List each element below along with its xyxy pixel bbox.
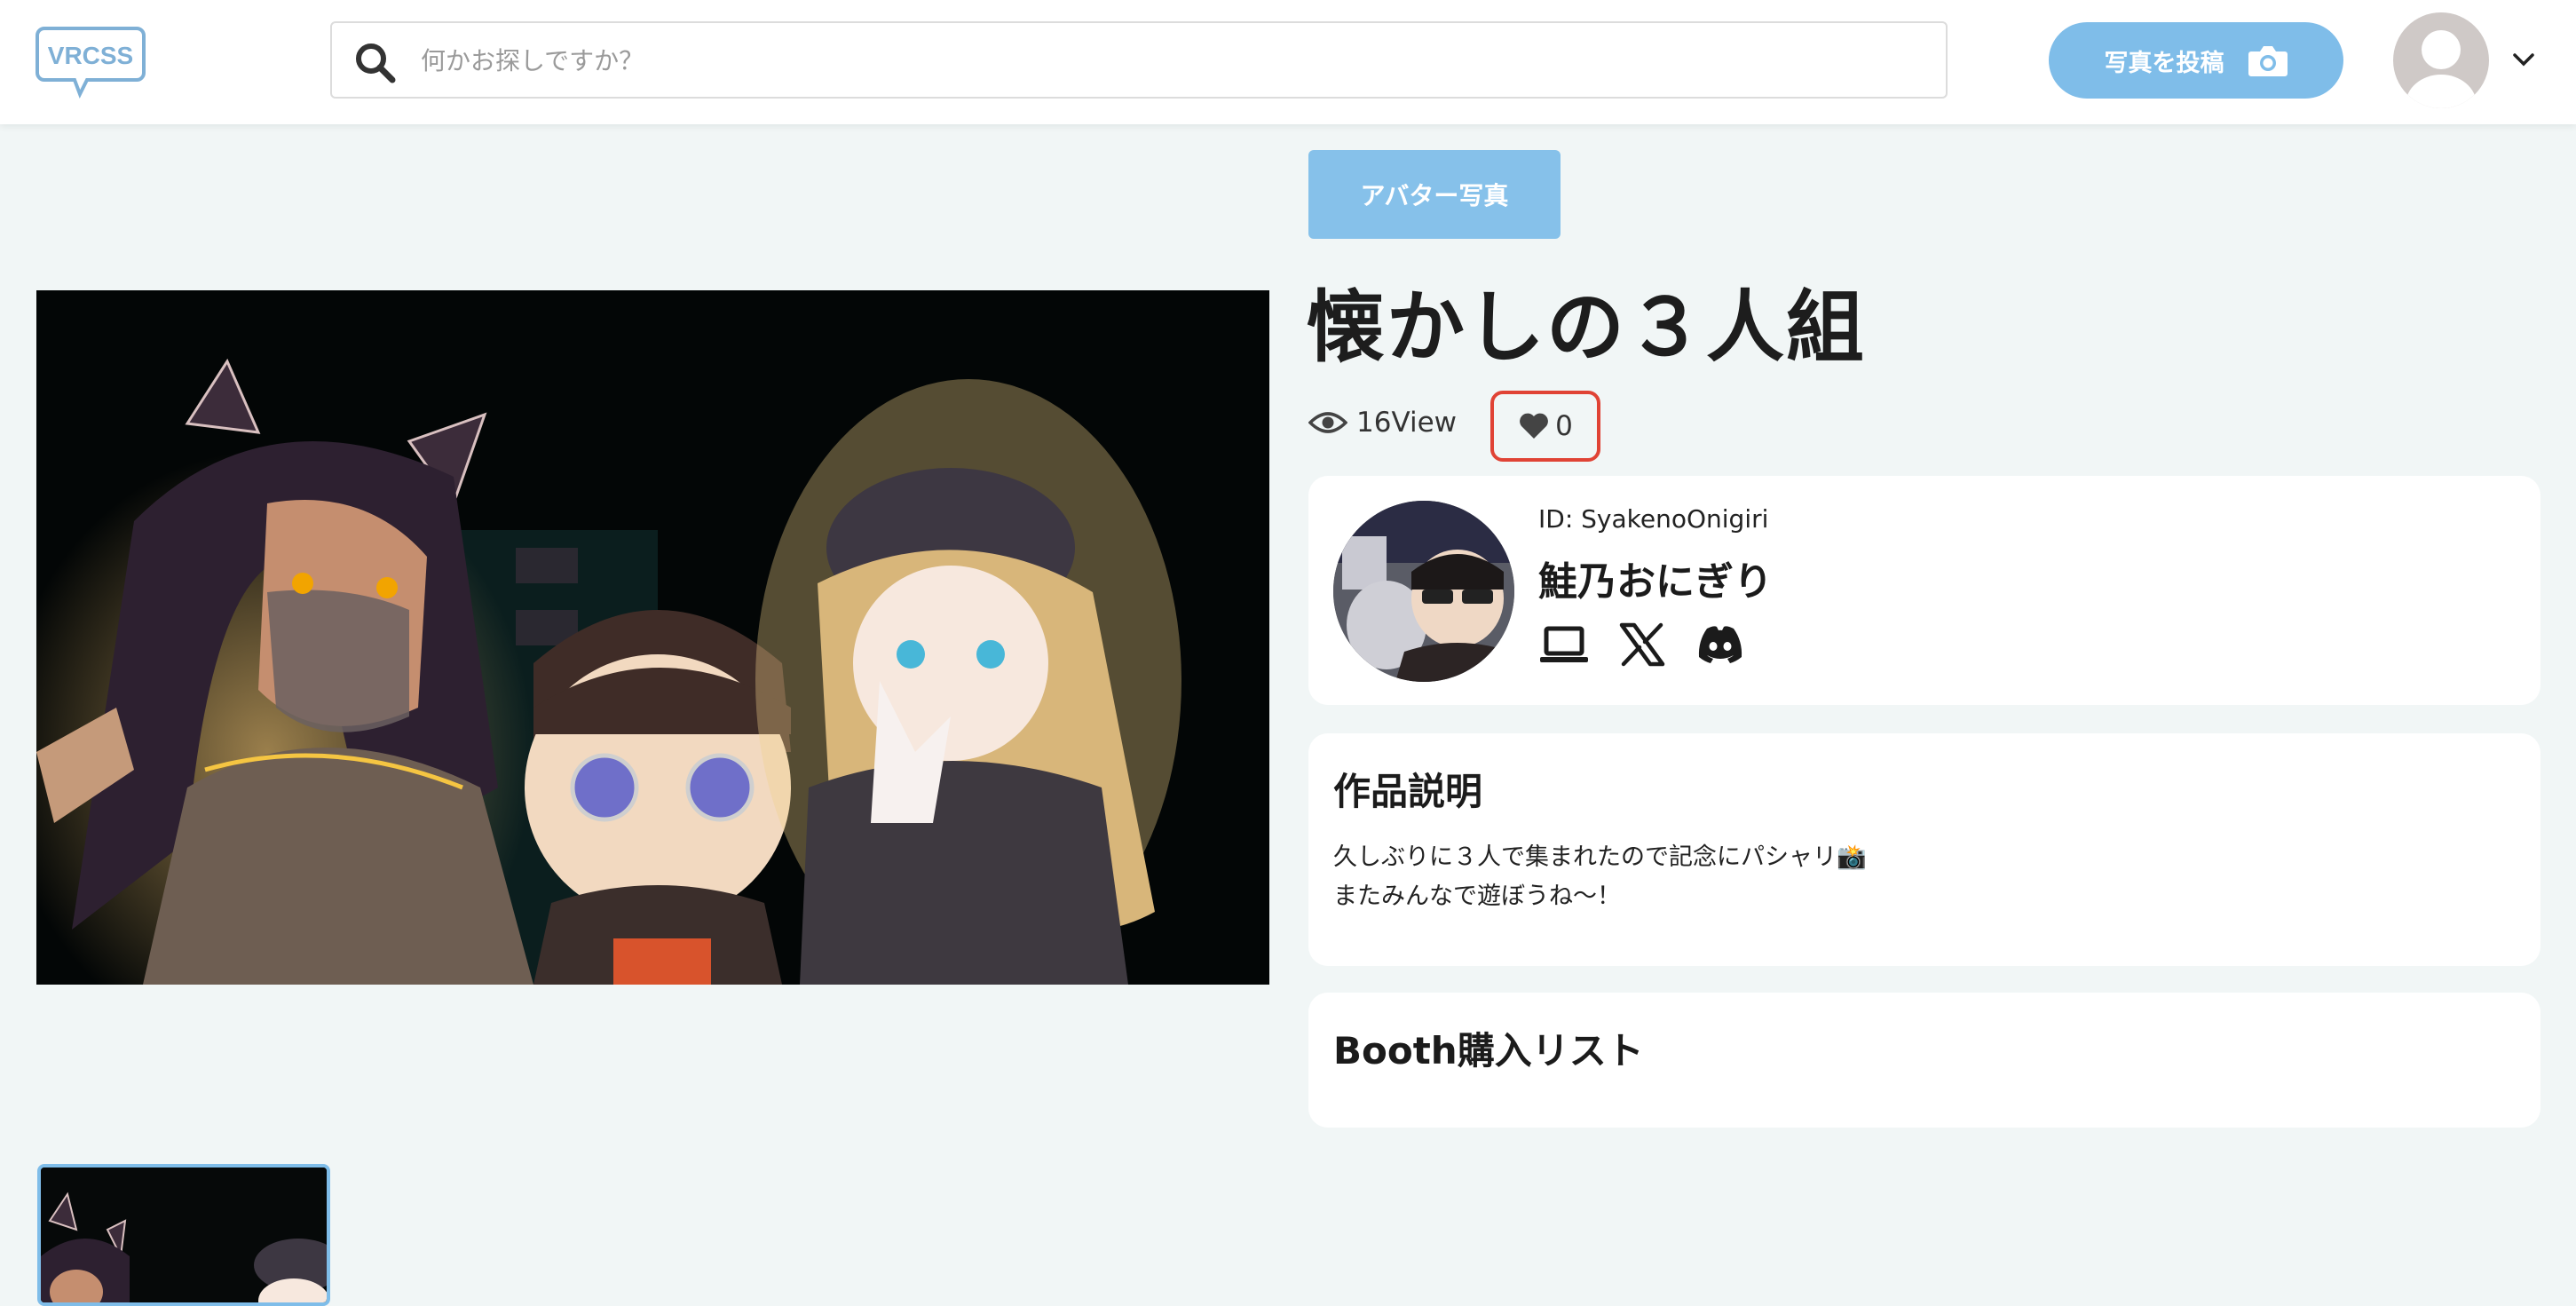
description-heading: 作品説明 (1333, 770, 1483, 813)
post-title: 懐かしの３人組 (1307, 281, 1867, 373)
author-name[interactable]: 鮭乃おにぎり (1538, 550, 1773, 606)
post-photo-label: 写真を投稿 (2104, 49, 2224, 77)
category-label: アバター写真 (1360, 181, 1509, 210)
social-links (1538, 621, 1746, 668)
like-button[interactable]: 0 (1490, 391, 1600, 462)
vrcss-logo[interactable]: VRCSS (36, 21, 146, 99)
search-icon (356, 44, 396, 83)
author-card: ID: SyakenoOnigiri 鮭乃おにぎり (1308, 476, 2540, 705)
photo-thumbnail[interactable] (37, 1164, 330, 1306)
thumbnail-image (41, 1167, 327, 1302)
avatar-group-photo (36, 290, 1269, 985)
laptop-icon[interactable] (1538, 621, 1590, 668)
x-icon[interactable] (1616, 621, 1668, 668)
eye-icon (1308, 412, 1347, 433)
default-user-icon (2406, 30, 2477, 108)
view-count-label: 16View (1356, 407, 1458, 439)
description-text: 久しぶりに３人で集まれたので記念にパシャリ📸 またみんなで遊ぼうね〜！ (1333, 843, 1867, 910)
post-photo-button[interactable]: 写真を投稿 (2049, 22, 2343, 99)
search-bar[interactable] (330, 21, 1948, 99)
view-count: 16View (1308, 407, 1457, 439)
top-header: VRCSS 写真を投稿 (0, 0, 2576, 124)
author-avatar[interactable] (1333, 501, 1514, 682)
heart-icon (1520, 413, 1549, 439)
booth-list-heading: Booth購入リスト (1333, 1029, 1644, 1073)
booth-list-card: Booth購入リスト (1308, 993, 2540, 1128)
category-tag-button[interactable]: アバター写真 (1308, 150, 1561, 239)
camera-icon (2248, 46, 2288, 76)
chevron-down-icon[interactable] (2510, 46, 2537, 73)
author-avatar-image (1333, 501, 1514, 682)
main-photo[interactable] (36, 290, 1269, 985)
user-avatar[interactable] (2393, 12, 2489, 108)
author-id: ID: SyakenoOnigiri (1538, 504, 1769, 534)
discord-icon[interactable] (1695, 621, 1746, 668)
search-input[interactable] (421, 36, 1912, 85)
description-card: 作品説明 久しぶりに３人で集まれたので記念にパシャリ📸 またみんなで遊ぼうね〜！ (1308, 733, 2540, 966)
like-count: 0 (1555, 410, 1573, 442)
svg-text:VRCSS: VRCSS (48, 42, 133, 69)
